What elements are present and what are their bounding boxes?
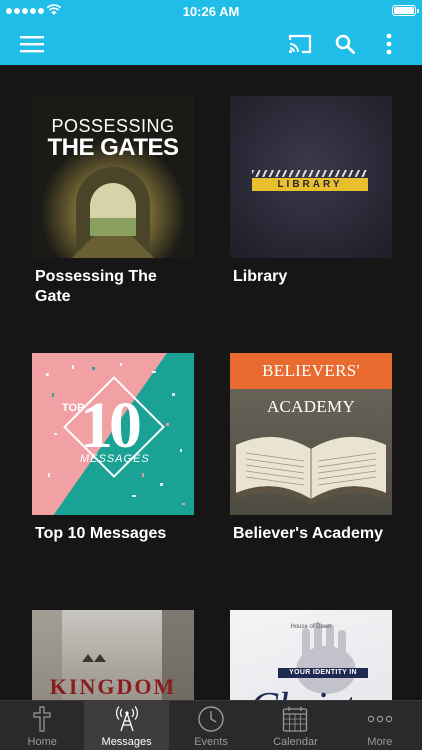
series-title: Possessing The Gate <box>35 268 157 305</box>
search-button[interactable] <box>332 22 358 65</box>
artwork-messages-label: MESSAGES <box>80 453 150 465</box>
artwork-publisher: House of Dawn <box>290 624 332 630</box>
overflow-menu-button[interactable] <box>378 22 400 65</box>
series-artwork: LIBRARY <box>230 96 392 258</box>
series-title: Library <box>233 268 288 285</box>
series-artwork: House of Dawn YOUR IDENTITY IN Christ <box>230 610 392 700</box>
ellipsis-icon <box>366 705 394 733</box>
series-artwork: POSSESSING THE GATES <box>32 96 194 258</box>
more-vertical-icon <box>386 33 392 54</box>
tab-calendar[interactable]: Calendar <box>253 701 337 750</box>
series-card-top-10-messages[interactable]: TOP 10 MESSAGES Top 10 Messages <box>32 353 194 544</box>
hatch-decoration <box>252 170 368 177</box>
series-artwork: BELIEVERS' ACADEMY <box>230 353 392 515</box>
cast-icon <box>288 34 312 53</box>
tab-messages[interactable]: Messages <box>84 701 169 750</box>
series-card-identity-in-christ[interactable]: House of Dawn YOUR IDENTITY IN Christ <box>230 610 392 700</box>
status-time: 10:26 AM <box>182 4 240 19</box>
tab-calendar-label: Calendar <box>273 736 318 748</box>
artwork-title-line2: THE GATES <box>47 134 179 161</box>
app-bar <box>0 22 422 65</box>
tab-events[interactable]: Events <box>169 701 253 750</box>
menu-button[interactable] <box>18 22 46 65</box>
series-title: Top 10 Messages <box>35 525 167 542</box>
tab-events-label: Events <box>194 736 228 748</box>
tab-messages-label: Messages <box>101 736 152 748</box>
series-card-believers-academy[interactable]: BELIEVERS' ACADEMY Believer's Academy <box>230 353 392 544</box>
artwork-script-title: Christ <box>250 684 355 700</box>
clock-icon <box>197 705 225 733</box>
series-artwork: TOP 10 MESSAGES <box>32 353 194 515</box>
artwork-band-label: YOUR IDENTITY IN <box>289 669 357 676</box>
tab-home[interactable]: Home <box>0 701 84 750</box>
artwork-title: KINGDOM <box>49 674 177 699</box>
series-title: Believer's Academy <box>233 525 383 542</box>
menu-icon <box>20 35 44 52</box>
tab-bar: Home Messages Events Calendar More <box>0 700 422 750</box>
tab-home-label: Home <box>27 736 57 748</box>
cross-icon <box>32 705 52 733</box>
artwork-number: 10 <box>80 389 142 462</box>
calendar-icon <box>282 705 308 733</box>
series-card-library[interactable]: LIBRARY Library <box>230 96 392 287</box>
cast-button[interactable] <box>285 22 315 65</box>
search-icon <box>335 34 355 54</box>
artwork-title: LIBRARY <box>277 179 343 190</box>
series-grid: POSSESSING THE GATES Possessing The Gate… <box>0 65 422 700</box>
status-bar: 10:26 AM <box>0 0 422 22</box>
tab-more-label: More <box>367 736 393 748</box>
series-card-possessing-the-gate[interactable]: POSSESSING THE GATES Possessing The Gate <box>32 96 194 307</box>
tab-more[interactable]: More <box>338 701 422 750</box>
artwork-title: BELIEVERS' ACADEMY <box>262 361 360 416</box>
broadcast-tower-icon <box>114 705 140 733</box>
series-artwork: KINGDOM <box>32 610 194 700</box>
series-card-kingdom[interactable]: KINGDOM <box>32 610 194 700</box>
battery-icon <box>392 5 419 16</box>
